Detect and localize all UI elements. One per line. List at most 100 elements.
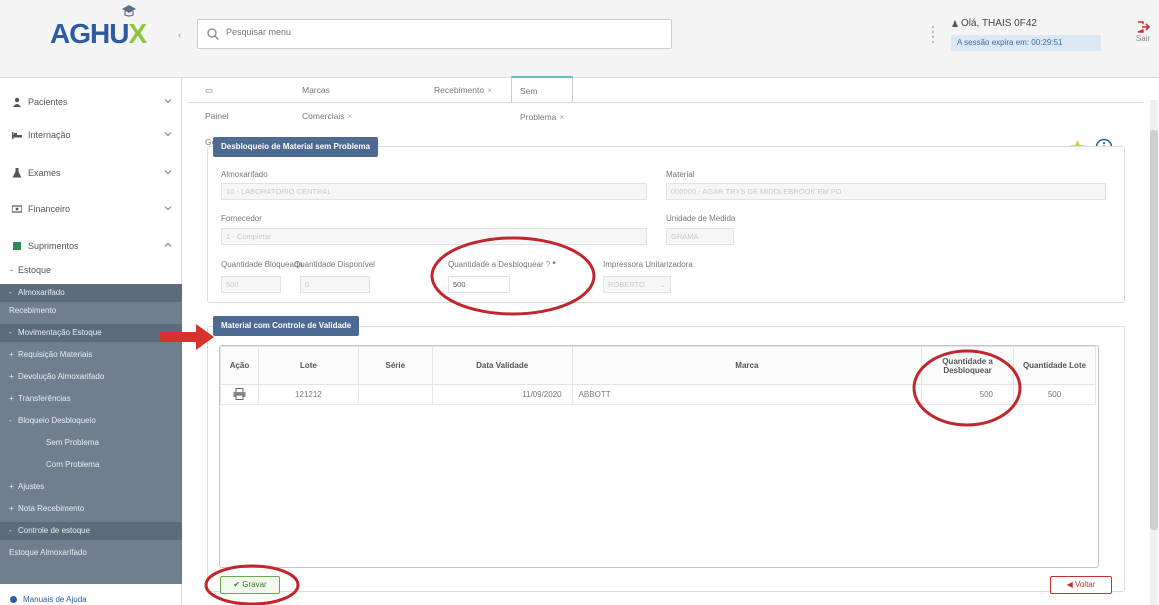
- collapse-marker-icon: -: [10, 265, 13, 275]
- qtd-desbloquear-label-text: Quantidade a Desbloquear: [448, 260, 544, 269]
- tab-sem-problema[interactable]: Sem Problema ×: [511, 76, 574, 122]
- qtd-disponivel-field: 0: [300, 276, 370, 293]
- submenu-estoque: - Almoxarifado Recebimento - Movimentaçã…: [0, 284, 182, 584]
- sidebar-sub-label: Com Problema: [46, 460, 100, 469]
- column-header-lote[interactable]: Lote: [257, 346, 359, 385]
- tab-painel-geral[interactable]: ▭ Painel Geral×: [196, 76, 243, 147]
- back-button[interactable]: ◀ Voltar: [1050, 576, 1112, 594]
- vertical-dots-icon[interactable]: [931, 24, 935, 46]
- sidebar-sub-label: Bloqueio Desbloqueio: [18, 416, 96, 425]
- help-question-icon[interactable]: ?: [546, 260, 550, 269]
- qtd-desbloquear-input[interactable]: [448, 276, 510, 293]
- graduation-cap-icon: [122, 5, 136, 17]
- validade-panel-title: Material com Controle de Validade: [213, 316, 360, 336]
- table-row[interactable]: 121212 11/09/2020 ABBOTT 500 500: [220, 384, 1096, 405]
- column-header-serie[interactable]: Série: [357, 346, 433, 385]
- column-header-qtd-lote[interactable]: Quantidade Lote: [1013, 346, 1096, 385]
- column-header-qtd-desbloquear[interactable]: Quantidade a Desbloquear: [921, 346, 1015, 385]
- search-box[interactable]: [197, 19, 672, 49]
- chevron-down-icon: ⌄: [659, 280, 666, 289]
- column-header-acao[interactable]: Ação: [220, 346, 259, 385]
- sidebar-sub-controle-estoque[interactable]: - Controle de estoque: [0, 522, 182, 540]
- sidebar-item-label: Internação: [28, 130, 71, 140]
- flask-icon: [12, 168, 22, 178]
- sidebar-sub-almoxarifado[interactable]: - Almoxarifado: [0, 284, 182, 302]
- search-icon: [207, 28, 219, 40]
- sidebar-item-exames[interactable]: Exames: [0, 159, 182, 187]
- almoxarifado-field: 10 - LABORATORIO CENTRAL: [221, 183, 647, 200]
- sidebar-sub-label: Ajustes: [18, 482, 45, 491]
- sidebar-sub-bloqueio-desbloqueio[interactable]: - Bloqueio Desbloqueio: [0, 412, 182, 430]
- logout-button[interactable]: Sair: [1133, 20, 1153, 43]
- sidebar-item-label: Financeiro: [28, 204, 71, 214]
- sidebar-sub-movimentacao-estoque[interactable]: - Movimentação Estoque: [0, 324, 182, 342]
- validade-table: Ação Lote Série Data Validade Marca Quan…: [220, 346, 1096, 405]
- menu-toggle-icon[interactable]: ‹: [178, 30, 181, 41]
- person-icon: [13, 97, 21, 107]
- chevron-down-icon: [164, 99, 172, 104]
- bed-icon: [12, 132, 22, 139]
- sidebar-sub-estoque-almoxarifado[interactable]: Estoque Almoxarifado: [0, 544, 182, 562]
- sidebar-item-financeiro[interactable]: Financeiro: [0, 195, 182, 223]
- sidebar-sub-com-problema[interactable]: Com Problema: [0, 456, 182, 474]
- serie-cell: [357, 384, 433, 405]
- expand-marker: +: [9, 482, 14, 491]
- logout-icon: [1137, 21, 1150, 33]
- save-label: Gravar: [242, 580, 267, 589]
- sidebar-item-pacientes[interactable]: Pacientes: [0, 88, 182, 116]
- sidebar-item-internacao[interactable]: Internação: [0, 121, 182, 149]
- tab-recebimento[interactable]: Recebimento ×: [425, 76, 501, 102]
- sidebar-item-suprimentos[interactable]: Suprimentos: [0, 232, 182, 260]
- user-greeting: Olá, THAIS 0F42: [961, 18, 1037, 29]
- box-icon: [13, 242, 21, 250]
- expand-marker: +: [9, 372, 14, 381]
- chevron-down-icon: [164, 206, 172, 211]
- top-header: AGHUX ‹ ♟ Olá, THAIS 0F42 A sessão expir…: [0, 0, 1159, 78]
- sidebar-sub-recebimento[interactable]: Recebimento: [0, 302, 182, 320]
- money-icon: [12, 205, 22, 213]
- impressora-select[interactable]: ROBERTO ⌄: [603, 276, 671, 293]
- sidebar-sub-sem-problema[interactable]: Sem Problema: [0, 434, 182, 452]
- search-input[interactable]: [226, 27, 656, 37]
- fornecedor-label: Fornecedor: [221, 214, 262, 223]
- sidebar-sub-label: Recebimento: [9, 306, 57, 315]
- printer-icon[interactable]: [233, 387, 246, 400]
- sidebar-sub-label: Transferências: [18, 394, 71, 403]
- qtd-bloqueada-label: Quantidade Bloqueada: [221, 260, 303, 269]
- column-header-data-validade[interactable]: Data Validade: [431, 346, 573, 385]
- sidebar-sub-transferencias[interactable]: + Transferências: [0, 390, 182, 408]
- expand-marker: +: [9, 504, 14, 513]
- sidebar-item-label: Estoque: [18, 265, 52, 275]
- session-timer: A sessão expira em: 00:29:51: [951, 35, 1101, 51]
- column-header-marca[interactable]: Marca: [571, 346, 923, 385]
- print-action-cell: [220, 384, 259, 405]
- sidebar-sub-requisicao-materiais[interactable]: + Requisição Materiais: [0, 346, 182, 364]
- sidebar-sub-devolucao-almoxarifado[interactable]: + Devolução Almoxarifado: [0, 368, 182, 386]
- save-button[interactable]: ✔ Gravar: [220, 576, 280, 594]
- app-logo[interactable]: AGHUX: [50, 18, 147, 50]
- tab-marcas-comerciais[interactable]: Marcas Comerciais ×: [293, 76, 361, 121]
- sidebar-item-estoque[interactable]: - Estoque: [0, 264, 182, 282]
- sidebar-sub-label: Controle de estoque: [18, 526, 91, 535]
- sidebar-sub-ajustes[interactable]: + Ajustes: [0, 478, 182, 496]
- user-icon: ♟: [951, 19, 960, 29]
- chevron-down-icon: [164, 132, 172, 137]
- qtd-desbloquear-cell[interactable]: 500: [921, 384, 1015, 405]
- table-header-row: Ação Lote Série Data Validade Marca Quan…: [220, 346, 1096, 385]
- sidebar-sub-label: Almoxarifado: [18, 288, 65, 297]
- impressora-value: ROBERTO: [608, 280, 645, 289]
- qtd-bloqueada-field: 500: [221, 276, 281, 293]
- sidebar-sub-nota-recebimento[interactable]: + Nota Recebimento: [0, 500, 182, 518]
- back-arrow-icon: ◀: [1066, 580, 1073, 589]
- required-marker: *: [552, 260, 556, 269]
- scrollbar-thumb[interactable]: [1150, 130, 1158, 530]
- user-box[interactable]: ♟ Olá, THAIS 0F42 A sessão expira em: 00…: [951, 15, 1101, 55]
- material-label: Material: [666, 170, 695, 179]
- sidebar-item-label: Suprimentos: [28, 241, 79, 251]
- marca-cell: ABBOTT: [571, 384, 923, 405]
- close-icon[interactable]: ×: [487, 85, 492, 95]
- sidebar-sub-label: Movimentação Estoque: [18, 328, 102, 337]
- monitor-icon: ▭: [205, 85, 214, 95]
- help-label: Manuais de Ajuda: [23, 595, 87, 604]
- sidebar-item-help[interactable]: Manuais de Ajuda: [10, 595, 87, 604]
